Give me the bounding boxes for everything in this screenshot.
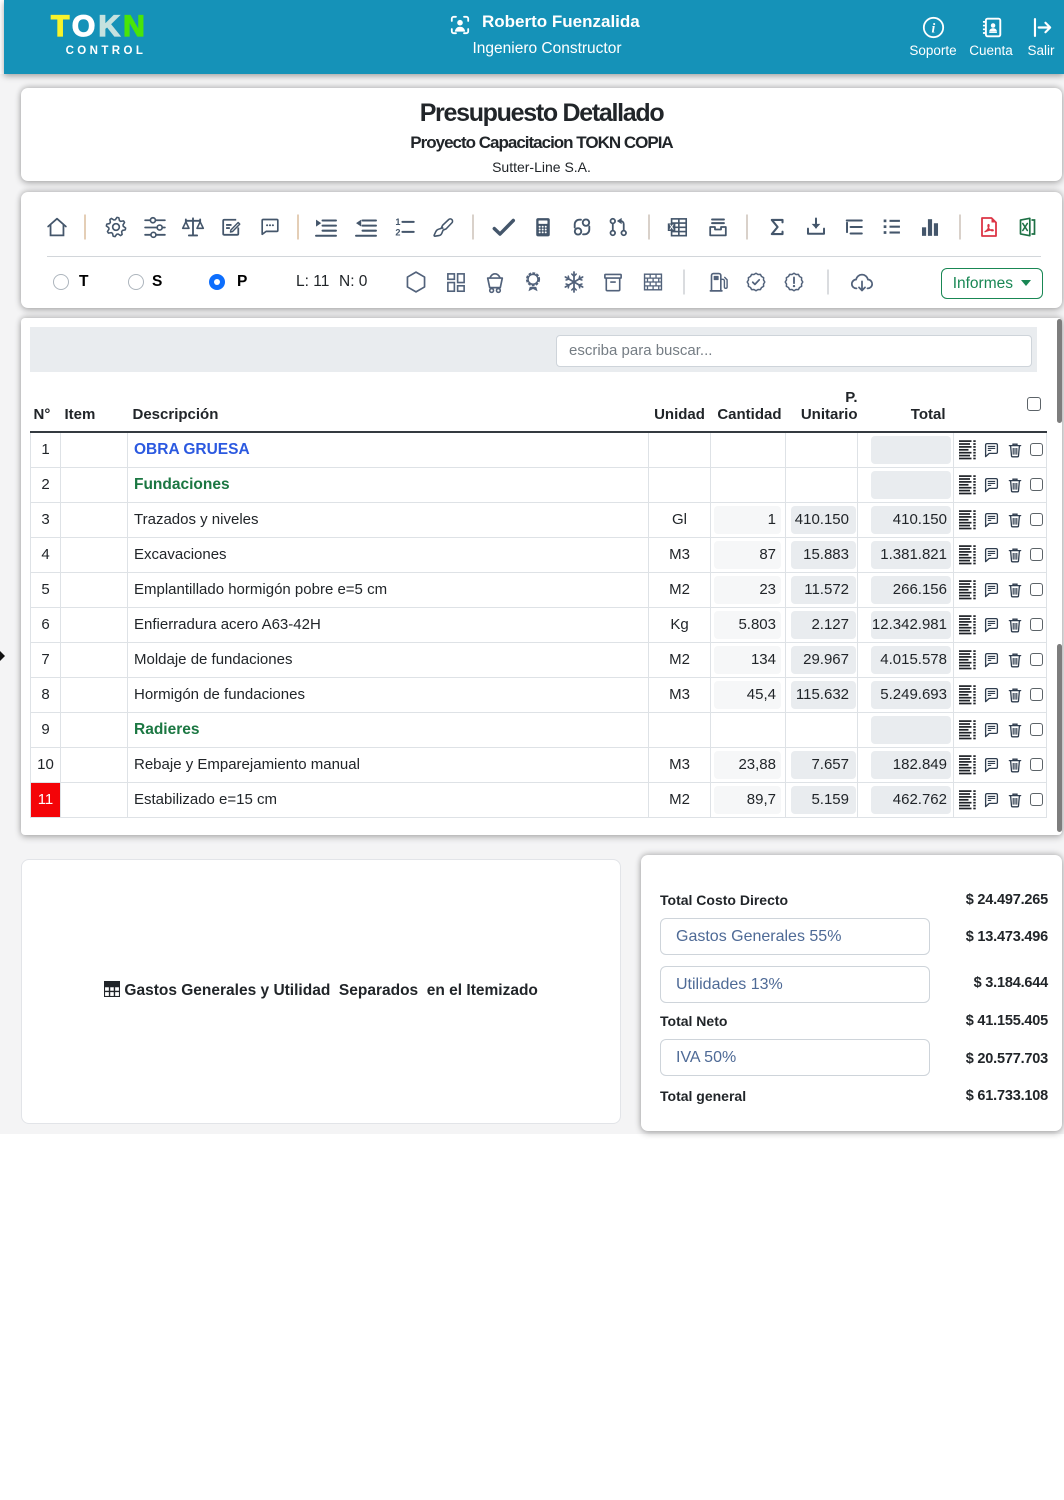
svg-text:X: X [669, 225, 674, 232]
svg-text:2: 2 [395, 228, 400, 238]
svg-text:1: 1 [395, 217, 400, 227]
svg-text:i: i [931, 21, 935, 36]
